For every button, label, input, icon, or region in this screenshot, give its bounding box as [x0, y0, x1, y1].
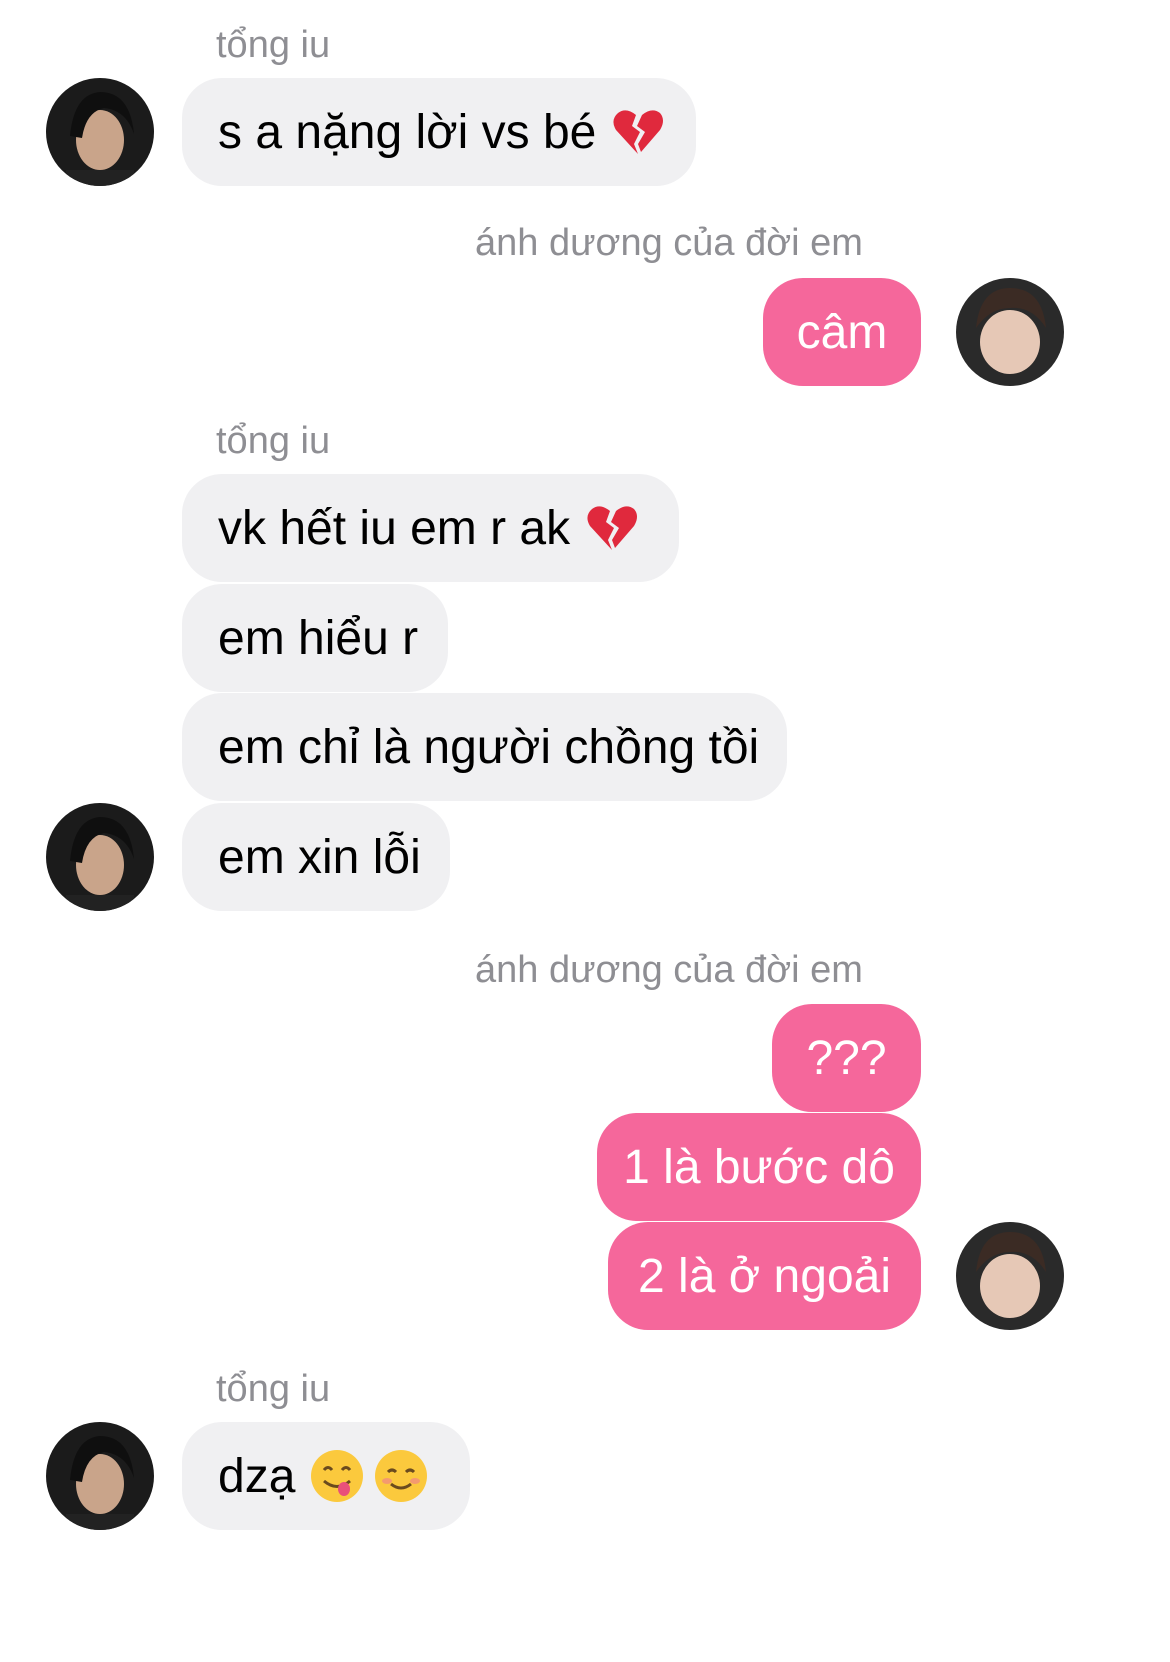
face-savoring-food-icon	[309, 1448, 365, 1504]
message-bubble-incoming[interactable]: vk hết iu em r ak	[182, 474, 679, 582]
sender-name-incoming: tổng iu	[216, 420, 331, 462]
message-text: s a nặng lời vs bé	[218, 105, 597, 159]
avatar-incoming[interactable]	[46, 803, 154, 911]
message-bubble-incoming[interactable]: s a nặng lời vs bé	[182, 78, 696, 186]
message-bubble-outgoing[interactable]: 1 là bước dô	[597, 1113, 921, 1221]
sender-name-outgoing: ánh dương của đời em	[475, 949, 863, 991]
sender-name-incoming: tổng iu	[216, 1368, 331, 1410]
message-text: 2 là ở ngoải	[638, 1249, 891, 1303]
message-text: em hiểu r	[218, 611, 419, 665]
message-text: dzạ	[218, 1449, 296, 1503]
message-bubble-incoming[interactable]: dzạ	[182, 1422, 470, 1530]
broken-heart-icon	[610, 104, 666, 160]
message-text: 1 là bước dô	[623, 1140, 895, 1194]
message-text: ???	[806, 1031, 887, 1085]
message-text: em chỉ là người chồng tồi	[218, 720, 760, 774]
sender-name-outgoing: ánh dương của đời em	[475, 222, 863, 264]
broken-heart-icon	[584, 500, 640, 556]
message-text: em xin lỗi	[218, 830, 421, 884]
message-text: vk hết iu em r ak	[218, 501, 571, 555]
message-bubble-outgoing[interactable]: ???	[772, 1004, 921, 1112]
message-bubble-outgoing[interactable]: 2 là ở ngoải	[608, 1222, 921, 1330]
avatar-incoming[interactable]	[46, 1422, 154, 1530]
message-bubble-incoming[interactable]: em xin lỗi	[182, 803, 450, 911]
avatar-outgoing[interactable]	[956, 1222, 1064, 1330]
smiling-face-icon	[373, 1448, 429, 1504]
avatar-outgoing[interactable]	[956, 278, 1064, 386]
message-bubble-outgoing[interactable]: câm	[763, 278, 921, 386]
message-bubble-incoming[interactable]: em chỉ là người chồng tồi	[182, 693, 787, 801]
message-bubble-incoming[interactable]: em hiểu r	[182, 584, 448, 692]
sender-name-incoming: tổng iu	[216, 24, 331, 66]
avatar-incoming[interactable]	[46, 78, 154, 186]
message-text: câm	[796, 305, 888, 359]
